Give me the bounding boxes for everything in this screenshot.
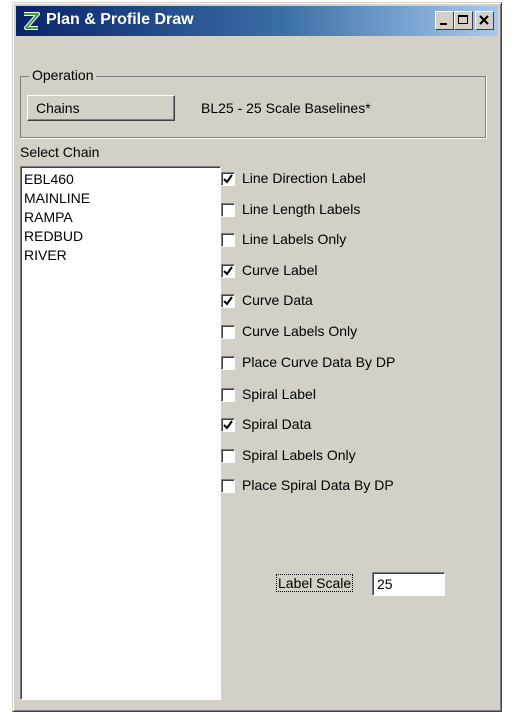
close-button[interactable] <box>475 11 494 30</box>
checkbox[interactable] <box>221 264 235 278</box>
close-icon <box>479 15 489 25</box>
maximize-button[interactable] <box>454 11 473 30</box>
maximize-icon <box>458 15 468 24</box>
checkbox[interactable] <box>221 449 235 463</box>
label-scale-input[interactable] <box>372 572 445 596</box>
checkbox[interactable] <box>221 418 235 432</box>
operation-group: Operation Chains BL25 - 25 Scale Baselin… <box>20 67 486 138</box>
list-item-river[interactable]: RIVER <box>24 246 220 265</box>
checkbox[interactable] <box>221 479 235 493</box>
baseline-text: BL25 - 25 Scale Baselines* <box>201 100 371 116</box>
option-label: Line Labels Only <box>242 231 347 247</box>
minimize-icon <box>440 23 447 25</box>
option-label: Curve Labels Only <box>242 323 358 339</box>
app-logo-icon <box>20 10 42 32</box>
option-label: Line Length Labels <box>242 201 361 217</box>
option-label: Spiral Data <box>242 416 312 432</box>
chains-button[interactable]: Chains <box>27 95 175 121</box>
checkbox[interactable] <box>221 325 235 339</box>
checkbox[interactable] <box>221 294 235 308</box>
minimize-button[interactable] <box>435 11 454 30</box>
title-bar[interactable]: Plan & Profile Draw <box>16 6 498 36</box>
checkmark-icon <box>223 420 233 430</box>
checkbox[interactable] <box>221 233 235 247</box>
option-label: Curve Data <box>242 292 313 308</box>
option-label: Spiral Labels Only <box>242 447 356 463</box>
chain-list[interactable]: EBL460 MAINLINE RAMPA REDBUD RIVER <box>20 166 221 700</box>
select-chain-label: Select Chain <box>20 144 100 160</box>
operation-legend: Operation <box>29 67 97 83</box>
list-item-mainline[interactable]: MAINLINE <box>24 189 220 208</box>
list-item-ebl460[interactable]: EBL460 <box>24 170 220 189</box>
checkbox[interactable] <box>221 388 235 402</box>
option-label: Line Direction Label <box>242 170 366 186</box>
checkbox[interactable] <box>221 203 235 217</box>
option-label: Spiral Label <box>242 386 316 402</box>
checkmark-icon <box>223 266 233 276</box>
label-scale-label: Label Scale <box>276 574 354 592</box>
option-label: Place Spiral Data By DP <box>242 477 394 493</box>
checkbox[interactable] <box>221 356 235 370</box>
option-label: Curve Label <box>242 262 318 278</box>
checkmark-icon <box>223 296 233 306</box>
list-item-rampa[interactable]: RAMPA <box>24 208 220 227</box>
checkbox[interactable] <box>221 172 235 186</box>
list-item-redbud[interactable]: REDBUD <box>24 227 220 246</box>
checkmark-icon <box>223 174 233 184</box>
option-label: Place Curve Data By DP <box>242 354 396 370</box>
window-title: Plan & Profile Draw <box>46 11 194 28</box>
